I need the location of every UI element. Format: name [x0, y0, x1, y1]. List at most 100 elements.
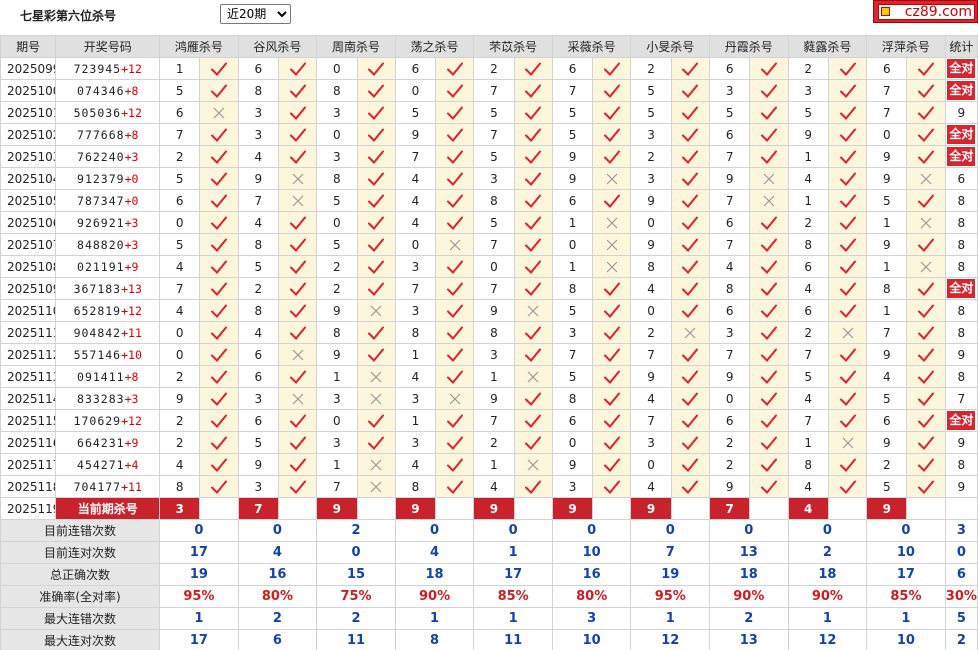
expert-header[interactable]: 谷风杀号: [237, 35, 318, 58]
kill-number-cell: 9: [473, 299, 515, 322]
kill-number-cell: 8: [237, 233, 279, 256]
result-mark-cell: [827, 321, 868, 344]
kill-number-cell: 7: [551, 343, 594, 366]
result-mark-cell: [670, 431, 711, 454]
check-icon: [525, 436, 542, 450]
period-select[interactable]: 近20期: [220, 4, 291, 24]
table-row: 2025102 777668+8 7 3 0 9 7 5 3 6 9 0 全对: [0, 123, 978, 146]
result-mark-cell: [827, 79, 868, 102]
check-icon: [603, 304, 620, 318]
kill-number-cell: 6: [709, 57, 751, 80]
kill-number-cell: 9: [709, 167, 751, 190]
result-mark-cell: [513, 343, 553, 366]
draw-digits: 454271: [77, 457, 125, 472]
current-kill-value: 9: [551, 497, 594, 520]
check-icon: [368, 194, 385, 208]
draw-plus: +3: [124, 149, 139, 164]
summary-value: 10: [551, 629, 632, 650]
issue-cell: 2025100: [0, 79, 57, 102]
kill-number-cell: 3: [237, 387, 279, 410]
issue-cell: 2025107: [0, 233, 57, 256]
cross-icon: [606, 261, 618, 272]
kill-number-cell: 3: [473, 167, 515, 190]
draw-number-cell: 926921+3: [55, 211, 161, 234]
check-icon: [839, 414, 856, 428]
stat-cell: 8: [944, 299, 978, 322]
result-mark-cell: [356, 211, 396, 234]
check-icon: [839, 62, 856, 76]
kill-number-cell: 2: [866, 453, 908, 476]
expert-header[interactable]: 浮萍杀号: [866, 35, 946, 58]
check-icon: [289, 238, 306, 252]
expert-header[interactable]: 丹霞杀号: [709, 35, 789, 58]
check-icon: [289, 480, 306, 494]
kill-number-cell: 7: [709, 145, 751, 168]
check-icon: [682, 84, 699, 98]
kill-number-cell: 3: [237, 101, 279, 124]
summary-value: 12: [787, 629, 868, 650]
draw-digits: 091411: [77, 369, 125, 384]
check-icon: [682, 260, 699, 274]
kill-number-cell: 7: [551, 79, 594, 102]
kill-number-cell: 8: [630, 255, 672, 278]
table-row: 2025100 074346+8 5 8 8 0 7 7 5 3 3 7 全对: [0, 79, 978, 102]
check-icon: [211, 348, 228, 362]
check-icon: [211, 84, 228, 98]
check-icon: [839, 282, 856, 296]
result-mark-cell: [749, 233, 789, 256]
kill-number-cell: 5: [551, 123, 594, 146]
check-icon: [446, 260, 463, 274]
kill-number-cell: 1: [787, 189, 829, 212]
summary-value: 19: [159, 563, 239, 586]
kill-number-cell: 5: [159, 233, 201, 256]
cross-icon: [370, 305, 382, 316]
expert-header[interactable]: 鸿雁杀号: [159, 35, 239, 58]
expert-header[interactable]: 小旻杀号: [630, 35, 711, 58]
expert-header[interactable]: 采薇杀号: [551, 35, 632, 58]
summary-value: 1: [473, 541, 553, 564]
result-mark-cell: [827, 409, 868, 432]
kill-number-cell: 1: [394, 343, 437, 366]
cross-icon: [684, 327, 696, 338]
result-mark-cell: [749, 189, 789, 212]
kill-number-cell: 4: [159, 299, 201, 322]
kill-number-cell: 7: [709, 233, 751, 256]
expert-header[interactable]: 周南杀号: [316, 35, 396, 58]
expert-header[interactable]: 蕤露杀号: [787, 35, 868, 58]
check-icon: [446, 128, 463, 142]
expert-header[interactable]: 芣苡杀号: [473, 35, 553, 58]
summary-value: 11: [316, 629, 396, 650]
result-mark-cell: [513, 145, 553, 168]
check-icon: [839, 260, 856, 274]
kill-number-cell: 1: [316, 453, 358, 476]
check-icon: [446, 436, 463, 450]
summary-value: 0: [709, 519, 789, 542]
all-correct-badge: 全对: [947, 81, 976, 100]
site-logo[interactable]: cz89.com: [873, 0, 978, 23]
check-icon: [525, 282, 542, 296]
expert-header[interactable]: 荡之杀号: [394, 35, 475, 58]
kill-number-cell: 4: [394, 167, 437, 190]
kill-number-cell: 6: [551, 409, 594, 432]
check-icon: [760, 304, 777, 318]
check-icon: [525, 194, 542, 208]
check-icon: [760, 348, 777, 362]
check-icon: [603, 414, 620, 428]
result-mark-cell: [592, 255, 632, 278]
kill-number-cell: 4: [630, 475, 672, 498]
draw-number-cell: 777668+8: [55, 123, 161, 146]
result-mark-cell: [827, 57, 868, 80]
result-mark-cell: [749, 343, 789, 366]
check-icon: [760, 150, 777, 164]
issue-cell: 2025109: [0, 277, 57, 300]
table-row: 2025116 664231+9 2 5 3 3 2 0 3 2 1 9 9: [0, 431, 978, 454]
stat-cell: 7: [944, 387, 978, 410]
stat-cell: 8: [944, 255, 978, 278]
cross-icon: [370, 459, 382, 470]
result-mark-cell: [199, 387, 239, 410]
draw-number-cell: 848820+3: [55, 233, 161, 256]
result-mark-cell: [513, 233, 553, 256]
result-mark-cell: [277, 123, 318, 146]
result-mark-cell: [906, 321, 946, 344]
result-mark-cell: [277, 145, 318, 168]
